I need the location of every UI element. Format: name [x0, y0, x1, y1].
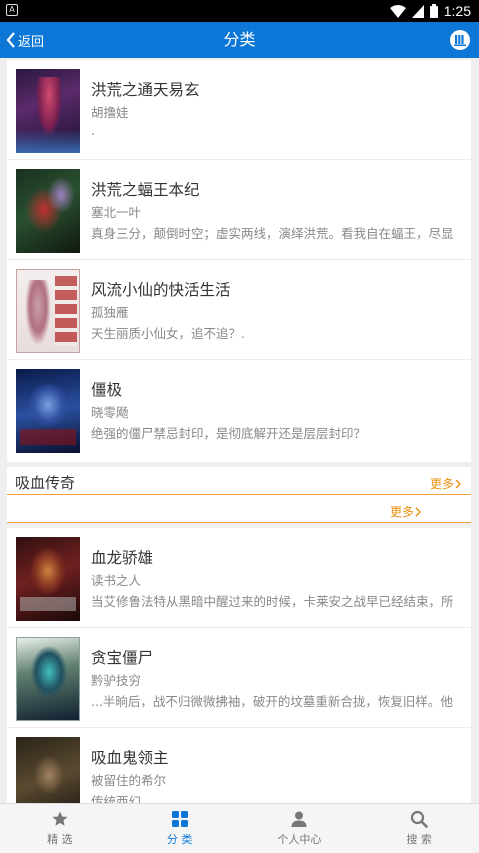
- bottom-nav: 精 选 分 类 个人中心 搜 索: [0, 803, 479, 853]
- book-list: 洪荒之通天易玄 胡撸娃 . 洪荒之蝠王本纪 塞北一叶 真身三分，颠倒时空；虚实两…: [0, 58, 479, 803]
- book-description: 传统西幻: [91, 794, 142, 803]
- nav-item-featured[interactable]: 精 选: [0, 804, 120, 853]
- book-description: 绝强的僵尸禁忌封印，是彻底解开还是层层封印？: [91, 426, 367, 441]
- book-item[interactable]: 僵极 晓零飏 绝强的僵尸禁忌封印，是彻底解开还是层层封印？: [7, 360, 471, 460]
- book-item[interactable]: 洪荒之蝠王本纪 塞北一叶 真身三分，颠倒时空；虚实两线，演绎洪荒。看我自在蝠王，…: [7, 160, 471, 260]
- book-cover: [16, 269, 80, 353]
- book-author: 被留住的希尔: [91, 773, 167, 788]
- book-cover: [16, 369, 80, 453]
- app-bar: 返回 分类: [0, 22, 479, 58]
- more-label: 更多: [389, 505, 414, 519]
- book-title: 吸血鬼领主: [91, 749, 169, 767]
- section-title: 吸血传奇: [15, 474, 76, 492]
- book-list-card: 血龙骄雄 读书之人 当艾修鲁法特从黑暗中醒过来的时候，卡莱安之战早已经结束，所 …: [7, 528, 471, 803]
- book-author: 孤独雁: [91, 305, 129, 320]
- person-icon: [291, 811, 307, 827]
- book-cover: [16, 69, 80, 153]
- book-description: 当艾修鲁法特从黑暗中醒过来的时候，卡莱安之战早已经结束，所: [91, 594, 454, 609]
- chevron-right-icon: [455, 478, 461, 489]
- book-item[interactable]: 血龙骄雄 读书之人 当艾修鲁法特从黑暗中醒过来的时候，卡莱安之战早已经结束，所: [7, 528, 471, 628]
- nav-label: 搜 索: [406, 833, 432, 846]
- book-item[interactable]: 洪荒之通天易玄 胡撸娃 .: [7, 60, 471, 160]
- book-item[interactable]: 吸血鬼领主 被留住的希尔 传统西幻: [7, 728, 471, 803]
- book-cover: [16, 537, 80, 621]
- more-row: 更多: [7, 495, 471, 523]
- book-title: 洪荒之蝠王本纪: [91, 181, 200, 199]
- status-bar: A 1:25: [0, 0, 479, 22]
- nav-label: 精 选: [47, 833, 73, 846]
- book-title: 血龙骄雄: [91, 549, 154, 567]
- book-author: 塞北一叶: [91, 205, 142, 220]
- book-description: 天生丽质小仙女，追不追？.: [91, 326, 245, 341]
- book-title: 洪荒之通天易玄: [91, 81, 200, 99]
- book-title: 风流小仙的快活生活: [91, 281, 231, 299]
- nav-item-category[interactable]: 分 类: [120, 804, 240, 853]
- more-link[interactable]: 更多: [430, 475, 461, 492]
- chevron-right-icon: [415, 506, 421, 517]
- book-item[interactable]: 贪宝僵尸 黔驴技穷 ...半晌后，战不归微微拂袖，破开的坟墓重新合拢，恢复旧样。…: [7, 628, 471, 728]
- nav-label: 分 类: [166, 833, 193, 846]
- book-description: ...半晌后，战不归微微拂袖，破开的坟墓重新合拢，恢复旧样。他: [91, 694, 453, 709]
- star-icon: [52, 811, 68, 826]
- notification-icon: A: [6, 4, 18, 16]
- book-title: 僵极: [91, 381, 123, 399]
- grid-icon: [171, 811, 188, 827]
- more-label: 更多: [429, 477, 454, 491]
- more-link[interactable]: 更多: [390, 503, 421, 520]
- book-cover: [16, 637, 80, 721]
- battery-icon: [429, 4, 438, 18]
- nav-label: 个人中心: [277, 833, 322, 846]
- book-item[interactable]: 风流小仙的快活生活 孤独雁 天生丽质小仙女，追不追？.: [7, 260, 471, 360]
- book-author: 晓零飏: [91, 405, 129, 420]
- book-author: 胡撸娃: [91, 105, 129, 120]
- bookshelf-button[interactable]: [450, 30, 470, 50]
- search-icon: [411, 810, 428, 828]
- section-header: 吸血传奇 更多: [7, 467, 471, 495]
- wifi-icon: [389, 4, 406, 18]
- book-title: 贪宝僵尸: [91, 649, 154, 667]
- signal-icon: [411, 4, 424, 18]
- nav-item-profile[interactable]: 个人中心: [240, 804, 360, 853]
- bookshelf-icon: [454, 35, 466, 46]
- book-author: 黔驴技穷: [91, 673, 142, 688]
- book-description: 真身三分，颠倒时空；虚实两线，演绎洪荒。看我自在蝠王，尽显: [91, 226, 454, 241]
- page-title: 分类: [223, 30, 256, 49]
- book-list-card: 洪荒之通天易玄 胡撸娃 . 洪荒之蝠王本纪 塞北一叶 真身三分，颠倒时空；虚实两…: [7, 60, 471, 462]
- clock: 1:25: [443, 3, 471, 19]
- book-cover: [16, 169, 80, 253]
- book-cover: [16, 737, 80, 803]
- book-author: 读书之人: [91, 573, 142, 588]
- book-description: .: [91, 123, 95, 138]
- nav-item-search[interactable]: 搜 索: [359, 804, 479, 853]
